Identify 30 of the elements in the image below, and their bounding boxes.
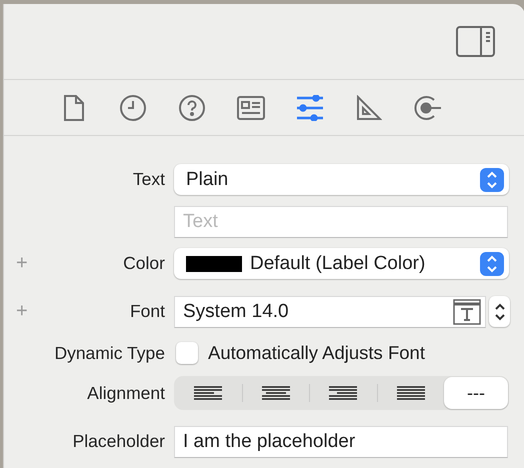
checkbox-label: Automatically Adjusts Font [208, 342, 425, 364]
checkbox[interactable] [176, 342, 198, 364]
color-popup[interactable]: Default (Label Color) [174, 248, 509, 279]
font-picker-icon [453, 298, 481, 324]
sidebar-toggle-icon[interactable] [456, 26, 495, 57]
connection-icon [414, 94, 442, 120]
field-label: Dynamic Type [54, 342, 165, 364]
field-label: Font [130, 301, 165, 322]
help-icon [178, 94, 206, 122]
clock-icon [118, 94, 146, 122]
text-field[interactable]: I am the placeholder [174, 426, 508, 458]
up-down-arrows-icon [494, 302, 506, 320]
align-left-icon [194, 386, 222, 400]
ruler-triangle-icon [356, 94, 382, 120]
identity-card-icon [236, 96, 264, 120]
field-label: Placeholder [72, 431, 165, 452]
font-field[interactable]: System 14.0 [174, 296, 486, 328]
sliders-icon [296, 94, 324, 120]
up-down-arrows-icon [486, 254, 498, 272]
field-label: Text [132, 169, 165, 190]
text-type-popup[interactable]: Plain [174, 164, 509, 195]
align-justify-icon [396, 386, 425, 400]
document-icon [62, 94, 84, 122]
field-label: Color [123, 253, 165, 274]
font-size-stepper[interactable] [489, 296, 510, 327]
align-right-icon [329, 386, 358, 400]
alignment-segment[interactable]: --- [444, 377, 508, 409]
align-center-icon [262, 386, 290, 400]
field-label: Alignment [87, 382, 165, 404]
up-down-arrows-icon [486, 170, 498, 188]
